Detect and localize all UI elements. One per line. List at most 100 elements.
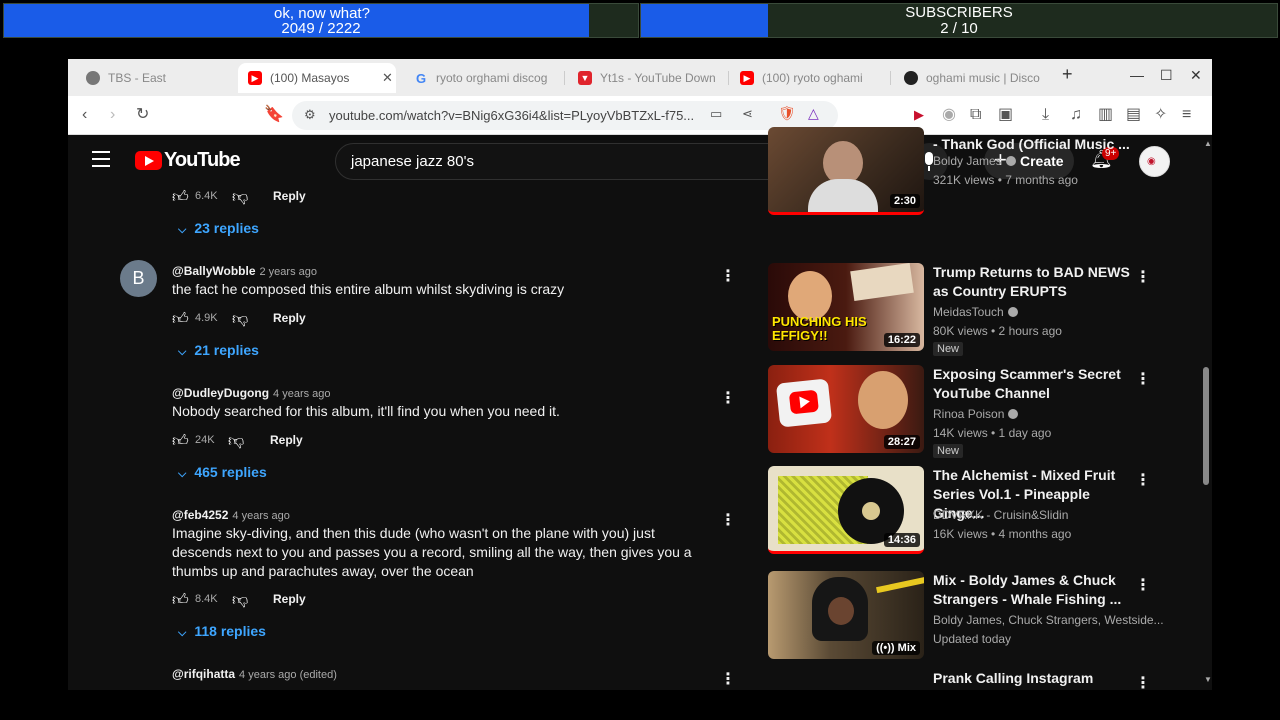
- tab-yt1s[interactable]: ▼ Yt1s - YouTube Down: [568, 63, 726, 93]
- media-icon[interactable]: ♫: [1070, 106, 1082, 124]
- dislike-icon[interactable]: 👎︎: [232, 310, 248, 329]
- scroll-down-icon[interactable]: ▼: [1204, 675, 1212, 684]
- site-settings-icon[interactable]: ⚙: [304, 107, 316, 123]
- video-thumbnail[interactable]: 14:36: [768, 466, 924, 554]
- wallet-icon[interactable]: ▤: [1126, 106, 1141, 124]
- search-input[interactable]: japanese jazz 80's ✕: [335, 143, 843, 180]
- back-icon[interactable]: ‹: [82, 106, 87, 124]
- channel-name[interactable]: DDVRKK - Cruisin&Slidin: [933, 508, 1068, 522]
- video-more-icon[interactable]: ⋮: [1135, 673, 1151, 690]
- rewards-icon[interactable]: △: [808, 105, 819, 122]
- extensions-icon[interactable]: ⧉: [970, 106, 981, 124]
- related-video[interactable]: 28:27 Exposing Scammer's Secret YouTube …: [768, 365, 1151, 461]
- channel-name[interactable]: Rinoa Poison: [933, 407, 1004, 421]
- video-thumbnail[interactable]: 2:30: [768, 127, 924, 215]
- video-duration: 2:30: [889, 194, 920, 208]
- minimize-icon[interactable]: —: [1130, 67, 1144, 83]
- channel-name[interactable]: Boldy James: [933, 154, 1002, 168]
- comment-more-icon[interactable]: ⋮: [720, 513, 736, 529]
- extension-box-icon[interactable]: ▣: [998, 106, 1013, 124]
- related-video[interactable]: Prank Calling Instagram Money ⋮: [768, 669, 1151, 690]
- close-tab-icon[interactable]: ✕: [382, 70, 396, 86]
- comment-age[interactable]: 2 years ago: [260, 266, 317, 278]
- dislike-icon[interactable]: 👎︎: [228, 432, 244, 451]
- video-thumbnail[interactable]: PUNCHING HIS EFFIGY!! 16:22: [768, 263, 924, 351]
- channel-name[interactable]: Boldy James, Chuck Strangers, Westside..…: [933, 613, 1164, 627]
- address-bar[interactable]: ⚙ youtube.com/watch?v=BNig6xG36i4&list=P…: [292, 101, 838, 130]
- bookmark-icon[interactable]: 🔖: [264, 106, 284, 124]
- video-more-icon[interactable]: ⋮: [1135, 369, 1151, 389]
- view-replies-button[interactable]: ⌵ 21 replies: [178, 342, 259, 359]
- comment-author[interactable]: @BallyWobble: [172, 264, 256, 278]
- yt1s-icon: ▼: [578, 71, 592, 85]
- reply-button[interactable]: Reply: [273, 189, 306, 203]
- dislike-icon[interactable]: 👎︎: [232, 591, 248, 610]
- new-tab-icon[interactable]: +: [1062, 64, 1073, 85]
- comment-age[interactable]: 4 years ago: [232, 510, 289, 522]
- like-icon[interactable]: 👍︎: [172, 591, 189, 610]
- reply-button[interactable]: Reply: [273, 592, 306, 606]
- video-thumbnail[interactable]: ((•)) Mix: [768, 571, 924, 659]
- tab-discogs[interactable]: oghami music | Disco: [894, 63, 1054, 93]
- view-replies-button[interactable]: ⌵ 23 replies: [178, 220, 259, 237]
- share-icon[interactable]: ⋖: [742, 106, 753, 122]
- youtube-logo-text[interactable]: YouTube: [164, 149, 241, 172]
- video-duration: 14:36: [883, 533, 920, 547]
- comment-author[interactable]: @rifqihatta: [172, 667, 235, 681]
- cast-icon[interactable]: ▭: [710, 106, 722, 122]
- sidebar-icon[interactable]: ▥: [1098, 106, 1113, 124]
- like-icon[interactable]: 👍︎: [172, 310, 189, 329]
- scroll-up-icon[interactable]: ▲: [1204, 139, 1212, 148]
- tab-tbs-east[interactable]: TBS - East: [76, 63, 234, 93]
- video-title[interactable]: Trump Returns to BAD NEWS as Country ERU…: [933, 263, 1133, 301]
- comment-age[interactable]: 4 years ago: [273, 388, 330, 400]
- video-meta: 80K views • 2 hours ago: [933, 324, 1062, 338]
- related-video[interactable]: 2:30 - Thank God (Official Music ... Bol…: [768, 127, 1148, 217]
- tab-youtube-active[interactable]: ▶ (100) Masayos ✕: [238, 63, 396, 93]
- comment-more-icon[interactable]: ⋮: [720, 391, 736, 407]
- avatar[interactable]: B: [120, 260, 157, 297]
- video-title[interactable]: Mix - Boldy James & Chuck Strangers - Wh…: [933, 571, 1133, 609]
- brave-shields-icon[interactable]: 🛡: [778, 105, 796, 122]
- related-video[interactable]: PUNCHING HIS EFFIGY!! 16:22 Trump Return…: [768, 263, 1151, 359]
- hamburger-menu-icon[interactable]: [92, 151, 110, 167]
- video-more-icon[interactable]: ⋮: [1135, 470, 1151, 490]
- menu-icon[interactable]: ≡: [1182, 106, 1191, 124]
- video-more-icon[interactable]: ⋮: [1135, 575, 1151, 595]
- dislike-icon[interactable]: 👎︎: [232, 188, 248, 207]
- video-title[interactable]: - Thank God (Official Music ...: [933, 135, 1133, 154]
- view-replies-button[interactable]: ⌵ 465 replies: [178, 464, 267, 481]
- video-thumbnail[interactable]: 28:27: [768, 365, 924, 453]
- tab-label: Yt1s - YouTube Down: [600, 71, 716, 85]
- forward-icon[interactable]: ›: [110, 106, 115, 124]
- related-video[interactable]: 14:36 The Alchemist - Mixed Fruit Series…: [768, 466, 1151, 562]
- comment-author[interactable]: @DudleyDugong: [172, 386, 269, 400]
- verified-icon: [1008, 409, 1019, 419]
- comment-more-icon[interactable]: ⋮: [720, 672, 736, 688]
- view-replies-button[interactable]: ⌵ 118 replies: [178, 623, 266, 640]
- extension-red-icon[interactable]: ▶: [914, 106, 924, 124]
- maximize-icon[interactable]: ☐: [1160, 67, 1173, 84]
- tab-youtube-2[interactable]: ▶ (100) ryoto oghami: [730, 63, 888, 93]
- comment-author[interactable]: @feb4252: [172, 508, 228, 522]
- comment-age[interactable]: 4 years ago (edited): [239, 669, 337, 681]
- scrollbar[interactable]: ▲ ▼: [1200, 135, 1212, 690]
- channel-name[interactable]: MeidasTouch: [933, 305, 1004, 319]
- tab-google-search[interactable]: G ryoto orghami discog: [404, 63, 562, 93]
- comment-more-icon[interactable]: ⋮: [720, 269, 736, 285]
- reply-button[interactable]: Reply: [273, 311, 306, 325]
- reply-button[interactable]: Reply: [270, 433, 303, 447]
- leo-ai-icon[interactable]: ✧: [1154, 106, 1167, 124]
- extension-gray-icon[interactable]: ◉: [942, 106, 956, 124]
- close-window-icon[interactable]: ✕: [1190, 67, 1202, 84]
- video-title[interactable]: Exposing Scammer's Secret YouTube Channe…: [933, 365, 1133, 403]
- download-icon[interactable]: ⤓: [1042, 106, 1049, 124]
- related-video[interactable]: ((•)) Mix Mix - Boldy James & Chuck Stra…: [768, 571, 1164, 667]
- scrollbar-thumb[interactable]: [1203, 367, 1209, 485]
- video-title[interactable]: Prank Calling Instagram Money: [933, 669, 1133, 690]
- reload-icon[interactable]: ↻: [136, 106, 149, 124]
- youtube-logo-icon[interactable]: [135, 151, 162, 170]
- like-icon[interactable]: 👍︎: [172, 188, 189, 207]
- video-more-icon[interactable]: ⋮: [1135, 267, 1151, 287]
- like-icon[interactable]: 👍︎: [172, 432, 189, 451]
